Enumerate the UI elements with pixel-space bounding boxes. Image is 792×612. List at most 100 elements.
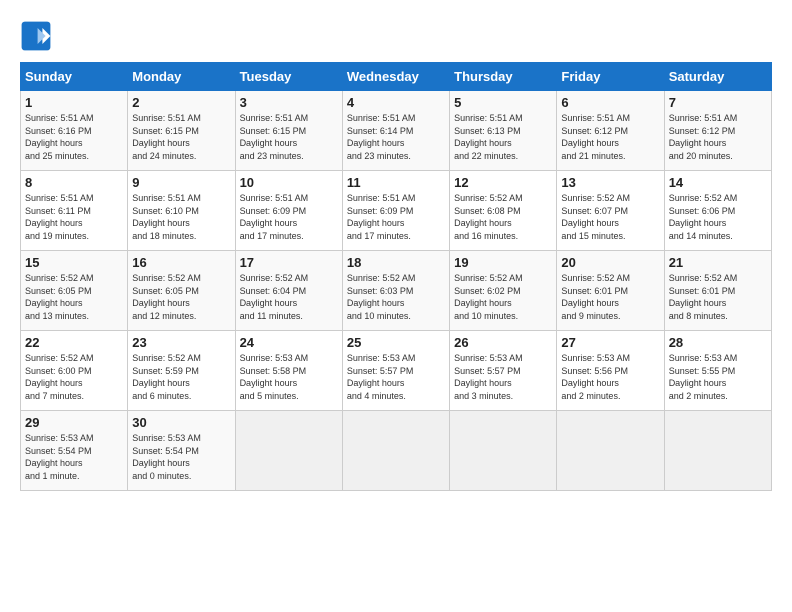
weekday-header-monday: Monday	[128, 63, 235, 91]
day-info: Sunrise: 5:51 AM Sunset: 6:09 PM Dayligh…	[240, 192, 338, 242]
calendar-cell: 19 Sunrise: 5:52 AM Sunset: 6:02 PM Dayl…	[450, 251, 557, 331]
weekday-header-saturday: Saturday	[664, 63, 771, 91]
calendar-cell: 8 Sunrise: 5:51 AM Sunset: 6:11 PM Dayli…	[21, 171, 128, 251]
day-info: Sunrise: 5:52 AM Sunset: 6:05 PM Dayligh…	[25, 272, 123, 322]
day-info: Sunrise: 5:52 AM Sunset: 6:05 PM Dayligh…	[132, 272, 230, 322]
calendar-cell: 29 Sunrise: 5:53 AM Sunset: 5:54 PM Dayl…	[21, 411, 128, 491]
day-number: 20	[561, 255, 659, 270]
day-number: 30	[132, 415, 230, 430]
calendar-week-5: 29 Sunrise: 5:53 AM Sunset: 5:54 PM Dayl…	[21, 411, 772, 491]
calendar-cell	[342, 411, 449, 491]
day-number: 26	[454, 335, 552, 350]
day-info: Sunrise: 5:51 AM Sunset: 6:14 PM Dayligh…	[347, 112, 445, 162]
day-number: 22	[25, 335, 123, 350]
day-number: 14	[669, 175, 767, 190]
day-info: Sunrise: 5:51 AM Sunset: 6:16 PM Dayligh…	[25, 112, 123, 162]
calendar-cell: 26 Sunrise: 5:53 AM Sunset: 5:57 PM Dayl…	[450, 331, 557, 411]
day-info: Sunrise: 5:52 AM Sunset: 6:01 PM Dayligh…	[669, 272, 767, 322]
day-info: Sunrise: 5:53 AM Sunset: 5:58 PM Dayligh…	[240, 352, 338, 402]
calendar-cell: 9 Sunrise: 5:51 AM Sunset: 6:10 PM Dayli…	[128, 171, 235, 251]
day-number: 28	[669, 335, 767, 350]
calendar-cell: 1 Sunrise: 5:51 AM Sunset: 6:16 PM Dayli…	[21, 91, 128, 171]
calendar-cell: 11 Sunrise: 5:51 AM Sunset: 6:09 PM Dayl…	[342, 171, 449, 251]
day-info: Sunrise: 5:52 AM Sunset: 6:00 PM Dayligh…	[25, 352, 123, 402]
day-number: 15	[25, 255, 123, 270]
calendar-cell: 18 Sunrise: 5:52 AM Sunset: 6:03 PM Dayl…	[342, 251, 449, 331]
day-number: 24	[240, 335, 338, 350]
calendar-cell: 27 Sunrise: 5:53 AM Sunset: 5:56 PM Dayl…	[557, 331, 664, 411]
day-number: 16	[132, 255, 230, 270]
weekday-header-tuesday: Tuesday	[235, 63, 342, 91]
day-number: 23	[132, 335, 230, 350]
calendar-cell: 28 Sunrise: 5:53 AM Sunset: 5:55 PM Dayl…	[664, 331, 771, 411]
day-info: Sunrise: 5:53 AM Sunset: 5:57 PM Dayligh…	[454, 352, 552, 402]
day-info: Sunrise: 5:51 AM Sunset: 6:10 PM Dayligh…	[132, 192, 230, 242]
day-number: 7	[669, 95, 767, 110]
weekday-header-sunday: Sunday	[21, 63, 128, 91]
calendar-cell: 5 Sunrise: 5:51 AM Sunset: 6:13 PM Dayli…	[450, 91, 557, 171]
day-number: 25	[347, 335, 445, 350]
calendar-week-2: 8 Sunrise: 5:51 AM Sunset: 6:11 PM Dayli…	[21, 171, 772, 251]
day-number: 12	[454, 175, 552, 190]
day-number: 19	[454, 255, 552, 270]
day-number: 5	[454, 95, 552, 110]
day-info: Sunrise: 5:53 AM Sunset: 5:56 PM Dayligh…	[561, 352, 659, 402]
logo-icon	[20, 20, 52, 52]
calendar-cell: 22 Sunrise: 5:52 AM Sunset: 6:00 PM Dayl…	[21, 331, 128, 411]
day-number: 9	[132, 175, 230, 190]
calendar-cell: 13 Sunrise: 5:52 AM Sunset: 6:07 PM Dayl…	[557, 171, 664, 251]
calendar-cell: 3 Sunrise: 5:51 AM Sunset: 6:15 PM Dayli…	[235, 91, 342, 171]
calendar-cell: 16 Sunrise: 5:52 AM Sunset: 6:05 PM Dayl…	[128, 251, 235, 331]
calendar-cell: 20 Sunrise: 5:52 AM Sunset: 6:01 PM Dayl…	[557, 251, 664, 331]
day-info: Sunrise: 5:51 AM Sunset: 6:15 PM Dayligh…	[240, 112, 338, 162]
calendar-cell: 2 Sunrise: 5:51 AM Sunset: 6:15 PM Dayli…	[128, 91, 235, 171]
calendar-cell: 15 Sunrise: 5:52 AM Sunset: 6:05 PM Dayl…	[21, 251, 128, 331]
weekday-header-wednesday: Wednesday	[342, 63, 449, 91]
day-info: Sunrise: 5:52 AM Sunset: 6:08 PM Dayligh…	[454, 192, 552, 242]
day-info: Sunrise: 5:51 AM Sunset: 6:15 PM Dayligh…	[132, 112, 230, 162]
calendar-cell: 10 Sunrise: 5:51 AM Sunset: 6:09 PM Dayl…	[235, 171, 342, 251]
calendar-cell: 4 Sunrise: 5:51 AM Sunset: 6:14 PM Dayli…	[342, 91, 449, 171]
day-info: Sunrise: 5:52 AM Sunset: 6:04 PM Dayligh…	[240, 272, 338, 322]
calendar-cell: 30 Sunrise: 5:53 AM Sunset: 5:54 PM Dayl…	[128, 411, 235, 491]
day-info: Sunrise: 5:53 AM Sunset: 5:57 PM Dayligh…	[347, 352, 445, 402]
calendar-cell	[450, 411, 557, 491]
weekday-header-row: SundayMondayTuesdayWednesdayThursdayFrid…	[21, 63, 772, 91]
logo	[20, 20, 56, 52]
calendar-body: 1 Sunrise: 5:51 AM Sunset: 6:16 PM Dayli…	[21, 91, 772, 491]
day-number: 4	[347, 95, 445, 110]
day-number: 2	[132, 95, 230, 110]
day-info: Sunrise: 5:52 AM Sunset: 6:06 PM Dayligh…	[669, 192, 767, 242]
calendar-cell	[557, 411, 664, 491]
day-number: 27	[561, 335, 659, 350]
day-number: 17	[240, 255, 338, 270]
day-info: Sunrise: 5:52 AM Sunset: 5:59 PM Dayligh…	[132, 352, 230, 402]
day-info: Sunrise: 5:52 AM Sunset: 6:03 PM Dayligh…	[347, 272, 445, 322]
calendar-cell	[664, 411, 771, 491]
calendar-cell: 25 Sunrise: 5:53 AM Sunset: 5:57 PM Dayl…	[342, 331, 449, 411]
calendar-cell: 14 Sunrise: 5:52 AM Sunset: 6:06 PM Dayl…	[664, 171, 771, 251]
day-number: 10	[240, 175, 338, 190]
day-number: 21	[669, 255, 767, 270]
day-number: 18	[347, 255, 445, 270]
day-info: Sunrise: 5:53 AM Sunset: 5:54 PM Dayligh…	[132, 432, 230, 482]
calendar-cell: 6 Sunrise: 5:51 AM Sunset: 6:12 PM Dayli…	[557, 91, 664, 171]
calendar-table: SundayMondayTuesdayWednesdayThursdayFrid…	[20, 62, 772, 491]
day-info: Sunrise: 5:51 AM Sunset: 6:13 PM Dayligh…	[454, 112, 552, 162]
day-number: 3	[240, 95, 338, 110]
day-number: 1	[25, 95, 123, 110]
day-number: 13	[561, 175, 659, 190]
day-info: Sunrise: 5:52 AM Sunset: 6:01 PM Dayligh…	[561, 272, 659, 322]
weekday-header-thursday: Thursday	[450, 63, 557, 91]
day-info: Sunrise: 5:51 AM Sunset: 6:12 PM Dayligh…	[561, 112, 659, 162]
day-info: Sunrise: 5:52 AM Sunset: 6:02 PM Dayligh…	[454, 272, 552, 322]
calendar-cell: 7 Sunrise: 5:51 AM Sunset: 6:12 PM Dayli…	[664, 91, 771, 171]
calendar-cell: 17 Sunrise: 5:52 AM Sunset: 6:04 PM Dayl…	[235, 251, 342, 331]
header	[20, 20, 772, 52]
day-info: Sunrise: 5:52 AM Sunset: 6:07 PM Dayligh…	[561, 192, 659, 242]
calendar-cell: 21 Sunrise: 5:52 AM Sunset: 6:01 PM Dayl…	[664, 251, 771, 331]
calendar-cell: 23 Sunrise: 5:52 AM Sunset: 5:59 PM Dayl…	[128, 331, 235, 411]
day-number: 11	[347, 175, 445, 190]
calendar-week-1: 1 Sunrise: 5:51 AM Sunset: 6:16 PM Dayli…	[21, 91, 772, 171]
day-number: 29	[25, 415, 123, 430]
